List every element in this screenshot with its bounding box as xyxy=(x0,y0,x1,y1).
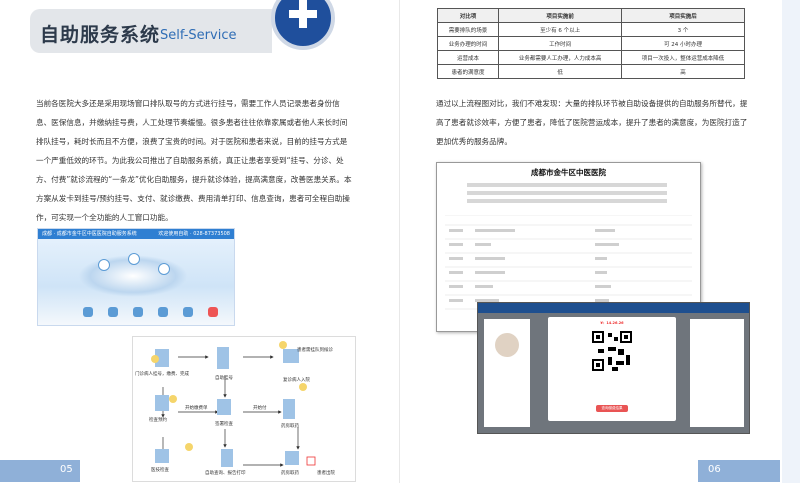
payment-modal: ¥：14.26.26 查询缴费结果 xyxy=(548,317,676,421)
flow-node-label: 患者需挂队到候诊 xyxy=(297,348,333,353)
table-row: 患者的满意度 低 高 xyxy=(436,64,745,79)
hospital-title: 成都市金牛区中医医院 xyxy=(531,168,606,177)
screenshot-title-bar: 成都 · 成都市金牛区中医医院自助服务系统 欢迎使用自助 · 028-87373… xyxy=(38,229,234,239)
table-cell: 可 24 小时办理 xyxy=(621,36,745,51)
menu-icons xyxy=(78,307,218,319)
flow-node-label: 自助查询、报告打印 xyxy=(205,471,246,476)
flow-node-label: 自助挂号 xyxy=(215,376,233,381)
avatar xyxy=(495,333,519,357)
flow-node-label: 医技检查 xyxy=(151,468,169,473)
table-cell: 至少有 6 个以上 xyxy=(498,22,623,37)
menu-bubble-icon xyxy=(98,259,110,271)
qr-code-icon xyxy=(592,331,632,371)
flow-node-label: 患者出院 xyxy=(317,471,335,476)
left-page: 自助服务系统 Self-Service 当前各医院大多还是采用现场窗口排队取号的… xyxy=(0,0,400,483)
conclusion-paragraph: 通过以上流程图对比，我们不难发现：大量的排队环节被自助设备提供的自助服务所替代，… xyxy=(436,99,748,146)
intro-paragraph: 当前各医院大多还是采用现场窗口排队取号的方式进行挂号，需要工作人员记录患者身份信… xyxy=(36,99,352,222)
page-number: 05 xyxy=(60,464,73,475)
section-title: 自助服务系统 xyxy=(40,24,161,46)
page-number: 06 xyxy=(708,464,721,475)
payment-screenshot: ¥：14.26.26 查询缴费结果 xyxy=(477,302,750,434)
pdf-icon xyxy=(208,307,218,317)
table-cell: 3 个 xyxy=(621,22,745,37)
right-edge-rail xyxy=(782,0,800,483)
flow-edge-label: 开始付 xyxy=(253,406,267,411)
fee-list-panel xyxy=(690,319,744,427)
payment-header xyxy=(478,303,749,313)
table-cell: 业务都需要人工办理，人力成本高 xyxy=(498,50,623,65)
payment-amount: ¥：14.26.26 xyxy=(600,321,624,325)
table-cell: 项目一次投入，整体运营成本降低 xyxy=(621,50,745,65)
search-icon xyxy=(83,307,93,317)
flow-node-label: 药房取药 xyxy=(281,424,299,429)
card-icon xyxy=(108,307,118,317)
table-row: 业务办理的时间 工作时间 可 24 小时办理 xyxy=(436,36,745,51)
plus-badge-icon xyxy=(271,0,335,50)
self-service-flow-diagram: 患者需挂队到候诊 门诊病人挂号，缴费、完成 自助挂号 复诊病人入院 检查预约 开… xyxy=(132,336,356,482)
section-subtitle: Self-Service xyxy=(160,28,237,43)
comparison-table: 对比项 项目实施前 项目实施后 需要排队的场景 至少有 6 个以上 3 个 业务… xyxy=(436,8,745,79)
print-icon xyxy=(183,307,193,317)
table-row: 需要排队的场景 至少有 6 个以上 3 个 xyxy=(436,22,745,37)
table-cell: 患者的满意度 xyxy=(436,64,500,79)
table-row: 运营成本 业务都需要人工办理，人力成本高 项目一次投入，整体运营成本降低 xyxy=(436,50,745,65)
flow-node-label: 门诊病人挂号，缴费、完成 xyxy=(135,372,189,377)
flow-node-label: 检查预约 xyxy=(149,418,167,423)
flow-node-label: 签署检查 xyxy=(215,422,233,427)
table-header: 项目实施前 xyxy=(498,8,623,23)
menu-bubble-icon xyxy=(128,253,140,265)
info-row xyxy=(467,199,667,203)
flow-node-label: 复诊病人入院 xyxy=(283,378,310,383)
user-icon xyxy=(133,307,143,317)
flow-node-label: 药房取药 xyxy=(281,471,299,476)
table-cell: 高 xyxy=(621,64,745,79)
menu-bubble-icon xyxy=(158,263,170,275)
table-cell: 低 xyxy=(498,64,623,79)
patient-panel xyxy=(484,319,530,427)
table-cell: 业务办理的时间 xyxy=(436,36,500,51)
self-service-screenshot: 成都 · 成都市金牛区中医医院自助服务系统 欢迎使用自助 · 028-87373… xyxy=(37,228,235,326)
query-payment-button[interactable]: 查询缴费结果 xyxy=(596,405,628,412)
flow-arrows xyxy=(151,341,316,467)
table-header-row: 对比项 项目实施前 项目实施后 xyxy=(436,8,745,23)
screenshot-title: 成都 · 成都市金牛区中医医院自助服务系统 xyxy=(42,231,137,237)
report-icon xyxy=(158,307,168,317)
table-cell: 运营成本 xyxy=(436,50,500,65)
table-cell: 需要排队的场景 xyxy=(436,22,500,37)
table-cell: 工作时间 xyxy=(498,36,623,51)
table-header: 对比项 xyxy=(436,8,500,23)
info-row xyxy=(467,183,667,187)
table-header: 项目实施后 xyxy=(621,8,745,23)
flow-edge-label: 开始缴费单 xyxy=(185,406,208,411)
info-row xyxy=(467,191,667,195)
screenshot-right-text: 欢迎使用自助 · 028-87373508 xyxy=(158,231,230,237)
